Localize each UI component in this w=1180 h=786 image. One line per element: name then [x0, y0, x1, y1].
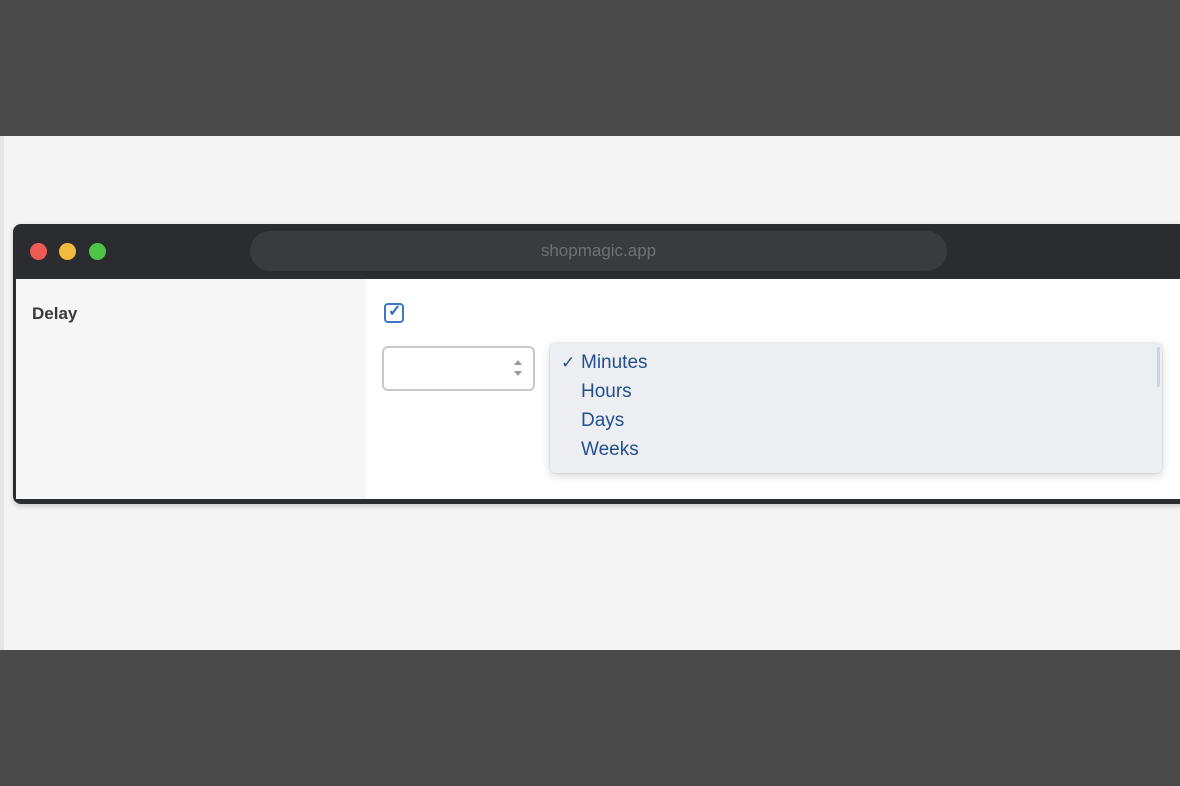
option-label: Days [581, 410, 625, 431]
minimize-icon[interactable] [59, 243, 76, 260]
close-icon[interactable] [30, 243, 47, 260]
screenshot-stage: shopmagic.app Delay ✓ ✓ Minutes Hours Da… [0, 136, 1180, 650]
spinner-down-arrow-icon[interactable] [514, 371, 522, 376]
option-label: Hours [581, 381, 632, 402]
dropdown-option-days[interactable]: Days [550, 406, 1162, 435]
browser-content: Delay ✓ ✓ Minutes Hours Days Weeks [16, 279, 1180, 499]
checkmark-icon: ✓ [388, 303, 402, 320]
delay-unit-dropdown[interactable]: ✓ Minutes Hours Days Weeks [550, 343, 1162, 473]
browser-titlebar: shopmagic.app [13, 224, 1180, 279]
dropdown-option-hours[interactable]: Hours [550, 377, 1162, 406]
spinner-up-arrow-icon[interactable] [514, 360, 522, 365]
label-column: Delay [16, 279, 366, 499]
browser-window: shopmagic.app Delay ✓ ✓ Minutes Hours Da… [13, 224, 1180, 504]
delay-label: Delay [32, 304, 78, 323]
option-label: Weeks [581, 439, 639, 460]
address-bar[interactable]: shopmagic.app [250, 231, 947, 271]
maximize-icon[interactable] [89, 243, 106, 260]
bottom-backdrop-band [0, 650, 1180, 786]
stage-left-edge [0, 136, 4, 650]
dropdown-option-minutes[interactable]: ✓ Minutes [550, 348, 1162, 377]
dropdown-option-weeks[interactable]: Weeks [550, 435, 1162, 464]
top-backdrop-band [0, 0, 1180, 136]
spinner-arrows-icon[interactable] [512, 357, 524, 381]
option-label: Minutes [581, 352, 648, 373]
delay-checkbox[interactable]: ✓ [384, 303, 404, 323]
check-icon: ✓ [561, 353, 576, 372]
